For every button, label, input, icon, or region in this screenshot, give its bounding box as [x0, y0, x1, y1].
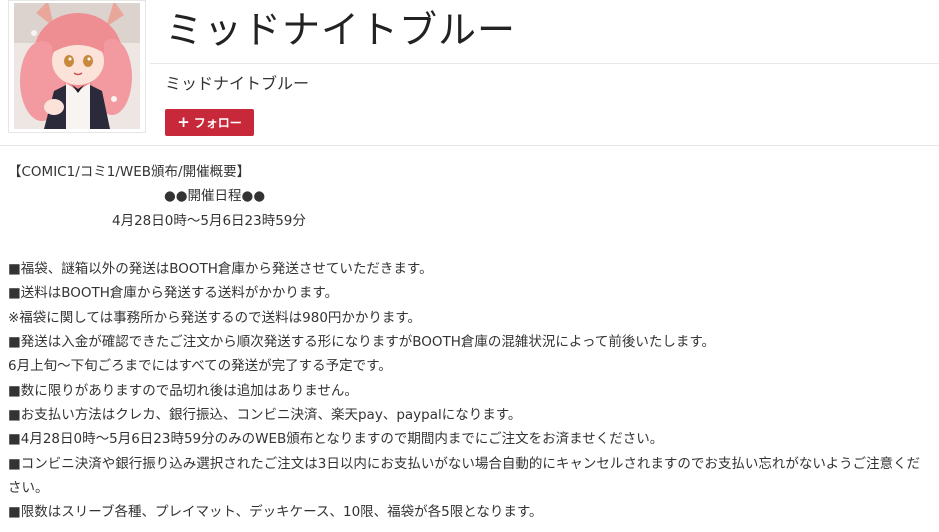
description-line: ■コンビニ決済や銀行振り込み選択されたご注文は3日以内にお支払いがない場合自動的…: [8, 455, 921, 496]
header-divider: [150, 63, 939, 64]
description-line: 6月上旬～下旬ごろまでにはすべての発送が完了する予定です。: [8, 358, 392, 375]
description-line: ※福袋に関しては事務所から発送するので送料は980円かかります。: [8, 309, 422, 326]
plus-icon: +: [177, 113, 190, 131]
section-divider: [0, 145, 939, 146]
shop-name[interactable]: ミッドナイトブルー: [165, 72, 309, 96]
description-line: ■限数はスリーブ各種、プレイマット、デッキケース、10限、福袋が各5限となります…: [8, 504, 543, 521]
follow-button[interactable]: + フォロー: [165, 109, 254, 136]
description-line: ■送料はBOOTH倉庫から発送する送料がかかります。: [8, 285, 339, 302]
schedule-range: 4月28日0時～5月6日23時59分: [112, 212, 306, 229]
shop-description: 【COMIC1/コミ1/WEB頒布/開催概要】 ●●開催日程●● 4月28日0時…: [8, 160, 933, 524]
avatar[interactable]: [14, 3, 140, 129]
description-heading: 【COMIC1/コミ1/WEB頒布/開催概要】: [8, 164, 251, 180]
shop-avatar-frame[interactable]: [8, 0, 146, 133]
description-line: ■福袋、謎箱以外の発送はBOOTH倉庫から発送させていただきます。: [8, 261, 433, 278]
booth-shop-page: ミッドナイトブルー ミッドナイトブルー + フォロー 【COMIC1/コミ1/W…: [0, 0, 939, 532]
description-line: ■お支払い方法はクレカ、銀行振込、コンビニ決済、楽天pay、paypalになりま…: [8, 406, 522, 423]
follow-button-label: フォロー: [193, 116, 242, 130]
schedule-title: ●●開催日程●●: [164, 188, 266, 205]
avatar-illustration: [14, 3, 140, 129]
page-title[interactable]: ミッドナイトブルー: [165, 5, 516, 55]
description-line: ■発送は入金が確認できたご注文から順次発送する形になりますがBOOTH倉庫の混雑…: [8, 334, 715, 351]
description-line: ■数に限りがありますので品切れ後は追加はありません。: [8, 382, 358, 399]
description-line: ■4月28日0時～5月6日23時59分のみのWEB頒布となりますので期間内までに…: [8, 431, 664, 448]
